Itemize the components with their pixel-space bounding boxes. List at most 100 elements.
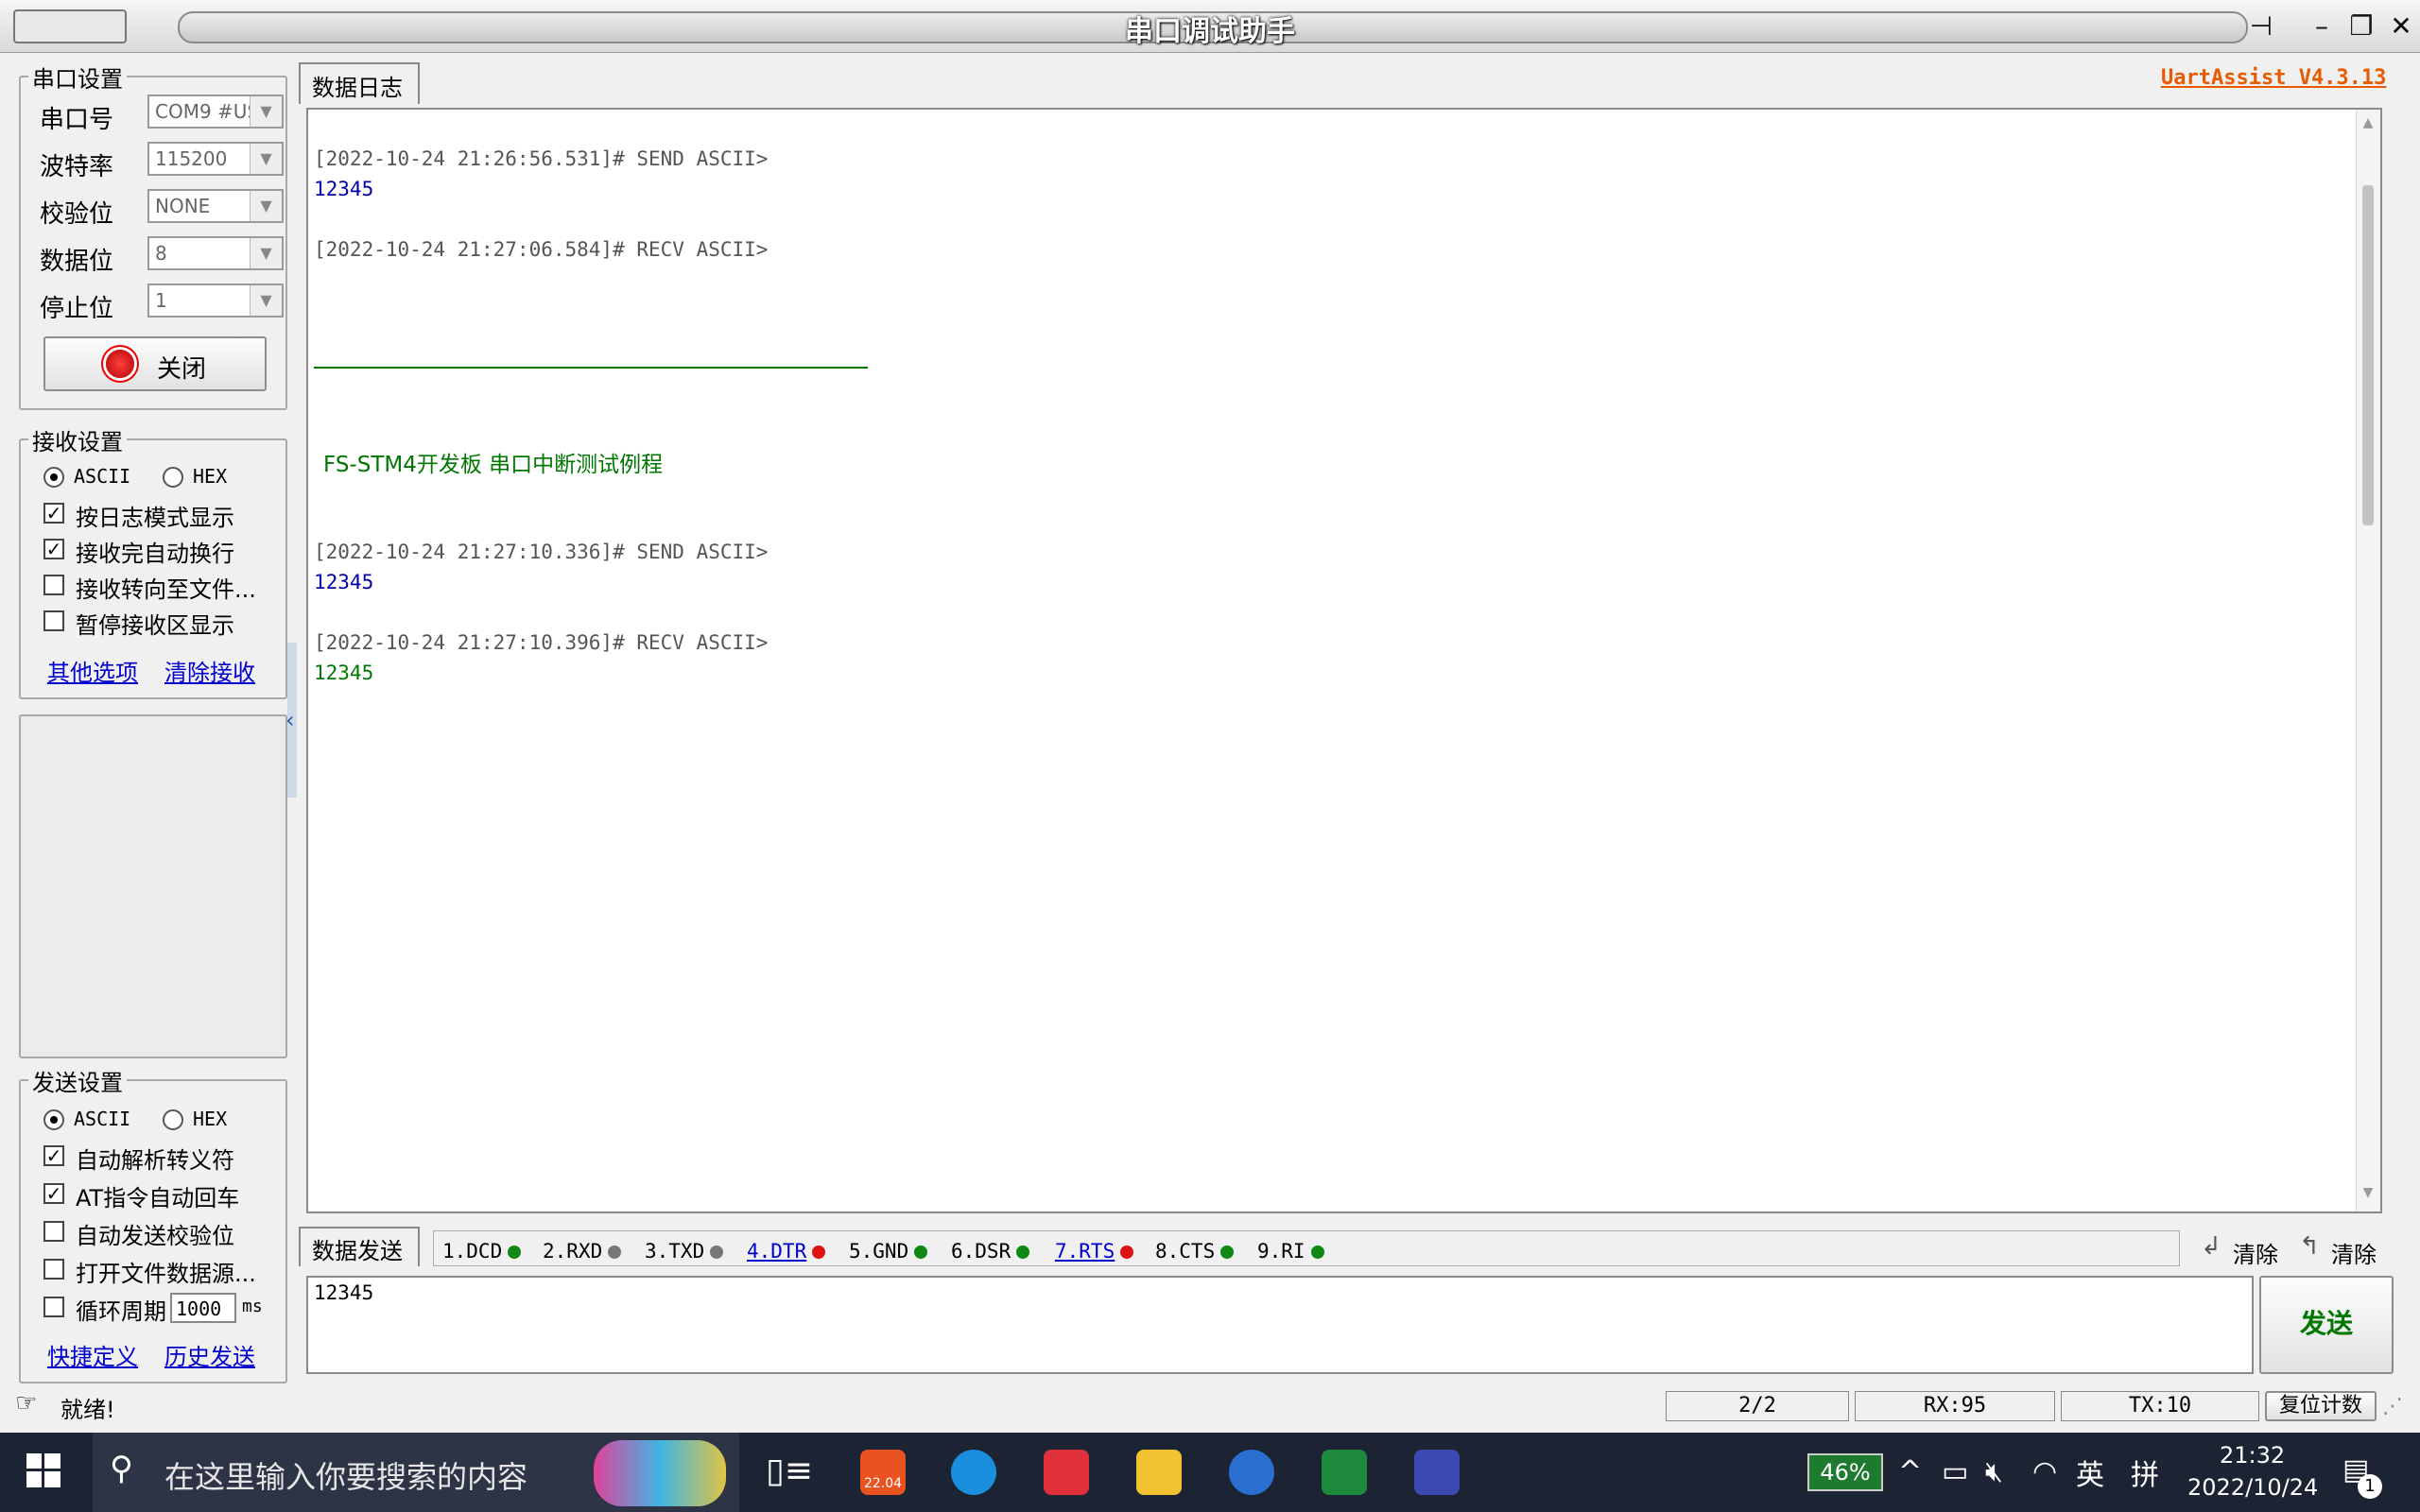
escape-checkbox[interactable]: ✓ (43, 1145, 64, 1166)
cycle-label: 循环周期 (76, 1298, 166, 1325)
send-ascii-radio[interactable] (43, 1109, 64, 1130)
auto-newline-checkbox[interactable]: ✓ (43, 539, 64, 559)
pin-dsr: 6.DSR (951, 1240, 1030, 1263)
log-mode-checkbox[interactable]: ✓ (43, 503, 64, 524)
taskbar-edge-icon[interactable] (951, 1450, 996, 1495)
cycle-period-input[interactable]: 1000 (170, 1293, 236, 1323)
pin-dtr-link[interactable]: 4.DTR (747, 1240, 806, 1263)
pin-txd: 3.TXD (645, 1240, 724, 1263)
clear-send-button[interactable]: 清除 (2233, 1236, 2278, 1269)
notification-count: 1 (2358, 1474, 2382, 1499)
taskbar-search-box[interactable]: ⚲ 在这里输入你要搜索的内容 (93, 1433, 739, 1512)
to-file-checkbox[interactable] (43, 575, 64, 595)
reset-count-button[interactable]: 复位计数 (2265, 1391, 2377, 1421)
log-line: [2022-10-24 21:27:10.396]# RECV ASCII> (314, 631, 769, 654)
stopbits-select[interactable]: 1 ▼ (147, 284, 284, 318)
taskbar-vision-icon[interactable] (1322, 1450, 1367, 1495)
volume-muted-icon[interactable]: 🔇︎ (1985, 1455, 2003, 1488)
checksum-checkbox[interactable] (43, 1221, 64, 1242)
window-title: 串口调试助手 (1125, 15, 1295, 48)
pin-ri-led-icon (1310, 1246, 1324, 1259)
pin-dsr-label: 6.DSR (951, 1240, 1011, 1263)
battery-percent-badge[interactable]: 46% (1807, 1453, 1883, 1491)
close-window-button[interactable]: ✕ (2380, 9, 2420, 43)
clock-time[interactable]: 21:32 (2220, 1442, 2285, 1469)
pin-dtr-led-icon (812, 1246, 826, 1259)
battery-icon[interactable]: ▭ (1942, 1455, 1968, 1488)
status-led-icon (106, 350, 134, 378)
at-cr-label: AT指令自动回车 (76, 1185, 240, 1211)
send-settings-group: 发送设置 ASCII HEX ✓ 自动解析转义符 ✓ AT指令自动回车 自动发送… (19, 1064, 287, 1383)
pin-dtr[interactable]: 4.DTR (747, 1240, 826, 1263)
send-data-input[interactable]: 12345 (306, 1276, 2254, 1374)
data-log-area[interactable]: [2022-10-24 21:26:56.531]# SEND ASCII> 1… (306, 108, 2382, 1213)
taskbar-serial-tool-icon[interactable] (1414, 1450, 1460, 1495)
pin-rts[interactable]: 7.RTS (1055, 1240, 1134, 1263)
separator-rule (314, 367, 868, 369)
close-port-label: 关闭 (157, 355, 207, 384)
status-hand-icon: ☞ (15, 1389, 38, 1418)
taskbar-file-explorer-icon[interactable] (1136, 1450, 1182, 1495)
pin-gnd-led-icon (914, 1246, 928, 1259)
file-source-checkbox[interactable] (43, 1259, 64, 1280)
file-source-label: 打开文件数据源... (76, 1261, 256, 1287)
log-scrollbar[interactable]: ▲ ▼ (2356, 110, 2380, 1211)
chevron-down-icon: ▼ (250, 96, 282, 127)
receive-ascii-radio[interactable] (43, 467, 64, 488)
chevron-down-icon: ▼ (250, 144, 282, 174)
minimize-button[interactable]: – (2301, 9, 2342, 43)
tab-data-send[interactable]: 数据发送 (299, 1227, 420, 1266)
clear-receive-link[interactable]: 清除接收 (164, 654, 255, 687)
version-link[interactable]: UartAssist V4.3.13 (2161, 66, 2386, 90)
cycle-checkbox[interactable] (43, 1297, 64, 1317)
scroll-up-icon[interactable]: ▲ (2359, 115, 2377, 130)
clock-date[interactable]: 2022/10/24 (2187, 1474, 2318, 1501)
task-view-icon[interactable]: ▯≡ (766, 1452, 813, 1490)
port-select[interactable]: COM9 #USB ▼ (147, 94, 284, 129)
clear-up-icon: ↰ (2299, 1232, 2320, 1261)
shortcut-define-link[interactable]: 快捷定义 (47, 1338, 138, 1371)
wifi-icon[interactable]: ◠ (2032, 1455, 2057, 1488)
ime-language[interactable]: 英 (2076, 1452, 2104, 1493)
pin-icon[interactable]: ⊣ (2240, 9, 2282, 43)
parity-select[interactable]: NONE ▼ (147, 189, 284, 223)
show-hidden-icons-icon[interactable]: ^ (1898, 1455, 1922, 1488)
escape-label: 自动解析转义符 (76, 1147, 234, 1174)
send-hex-radio[interactable] (163, 1109, 183, 1130)
auto-newline-label: 接收完自动换行 (76, 541, 234, 567)
stopbits-label: 停止位 (40, 295, 114, 323)
clear-down-icon: ↲ (2201, 1232, 2221, 1261)
pin-ri-label: 9.RI (1257, 1240, 1305, 1263)
restore-button[interactable]: ❐ (2341, 9, 2382, 43)
taskbar-app-icon[interactable] (1229, 1450, 1274, 1495)
windows-start-icon[interactable] (26, 1453, 60, 1487)
history-send-link[interactable]: 历史发送 (164, 1338, 255, 1371)
collapse-arrow-icon[interactable]: ‹ (285, 707, 295, 733)
log-mode-label: 按日志模式显示 (76, 505, 234, 531)
pause-display-checkbox[interactable] (43, 610, 64, 631)
log-line: [2022-10-24 21:26:56.531]# SEND ASCII> (314, 147, 769, 170)
ime-mode[interactable]: 拼 (2131, 1452, 2159, 1493)
taskbar-app-ubuntu-icon[interactable]: 22.04 (860, 1450, 906, 1495)
scroll-down-icon[interactable]: ▼ (2359, 1185, 2377, 1200)
pin-rts-link[interactable]: 7.RTS (1055, 1240, 1115, 1263)
taskbar-pdf-icon[interactable] (1044, 1450, 1089, 1495)
send-ascii-label: ASCII (74, 1108, 131, 1130)
baud-select[interactable]: 115200 ▼ (147, 142, 284, 176)
status-ready: 就绪! (60, 1397, 115, 1423)
chevron-down-icon: ▼ (250, 238, 282, 268)
tab-data-log[interactable]: 数据日志 (299, 62, 420, 104)
resize-grip-icon[interactable]: ⋰ (2382, 1395, 2403, 1418)
more-options-link[interactable]: 其他选项 (47, 654, 138, 687)
close-port-button[interactable]: 关闭 (43, 336, 267, 391)
databits-select[interactable]: 8 ▼ (147, 236, 284, 270)
cycle-unit: ms (242, 1297, 263, 1316)
serial-settings-group: 串口设置 串口号 COM9 #USB ▼ 波特率 115200 ▼ 校验位 NONE… (19, 60, 287, 410)
receive-hex-radio[interactable] (163, 467, 183, 488)
send-button[interactable]: 发送 (2259, 1276, 2394, 1374)
send-settings-title: 发送设置 (28, 1064, 127, 1097)
at-cr-checkbox[interactable]: ✓ (43, 1183, 64, 1204)
log-scrollbar-thumb[interactable] (2362, 185, 2374, 525)
chevron-down-icon: ▼ (250, 285, 282, 316)
clear-log-button[interactable]: 清除 (2331, 1236, 2377, 1269)
